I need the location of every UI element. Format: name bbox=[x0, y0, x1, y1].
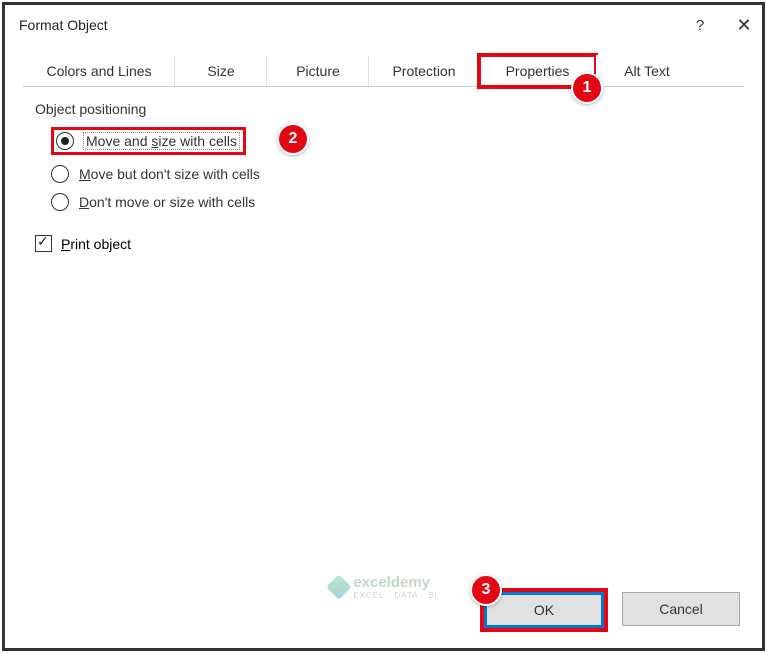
badge-1: 1 bbox=[571, 72, 603, 104]
radio-label: Move but don't size with cells bbox=[79, 166, 260, 182]
titlebar: Format Object ? ✕ bbox=[5, 5, 762, 45]
dialog-title: Format Object bbox=[19, 17, 108, 33]
tab-alt-text[interactable]: Alt Text bbox=[596, 55, 698, 86]
ok-button[interactable]: OK bbox=[484, 592, 604, 628]
print-object-checkbox[interactable] bbox=[35, 235, 52, 252]
radio-icon[interactable] bbox=[51, 193, 69, 211]
tab-colors-and-lines[interactable]: Colors and Lines bbox=[23, 55, 175, 86]
print-object-row[interactable]: Print object bbox=[35, 235, 732, 252]
radio-label: Move and size with cells bbox=[84, 133, 239, 149]
group-label: Object positioning bbox=[35, 101, 732, 117]
radio-icon[interactable] bbox=[51, 165, 69, 183]
radio-option-0[interactable]: Move and size with cells2 bbox=[51, 127, 732, 155]
help-icon[interactable]: ? bbox=[690, 17, 710, 34]
badge-3: 3 bbox=[470, 574, 502, 606]
tab-protection[interactable]: Protection bbox=[369, 55, 479, 86]
radio-option-1[interactable]: Move but don't size with cells bbox=[51, 165, 732, 183]
radio-option-2[interactable]: Don't move or size with cells bbox=[51, 193, 732, 211]
tab-strip: Colors and LinesSizePictureProtectionPro… bbox=[23, 55, 744, 87]
tab-properties[interactable]: Properties1 bbox=[479, 55, 596, 87]
radio-group: Move and size with cells2 Move but don't … bbox=[51, 127, 732, 211]
watermark-icon bbox=[326, 574, 351, 599]
badge-2: 2 bbox=[277, 123, 309, 155]
button-bar: OK 3 Cancel bbox=[484, 592, 740, 628]
close-icon[interactable]: ✕ bbox=[734, 15, 754, 36]
radio-icon[interactable] bbox=[56, 132, 74, 150]
tab-picture[interactable]: Picture bbox=[267, 55, 369, 86]
radio-label: Don't move or size with cells bbox=[79, 194, 255, 210]
cancel-button[interactable]: Cancel bbox=[622, 592, 740, 626]
print-object-label: Print object bbox=[61, 236, 131, 252]
watermark: exceldemy EXCEL · DATA · BI bbox=[329, 574, 437, 600]
tab-content: Object positioning Move and size with ce… bbox=[5, 87, 762, 266]
tab-size[interactable]: Size bbox=[175, 55, 267, 86]
